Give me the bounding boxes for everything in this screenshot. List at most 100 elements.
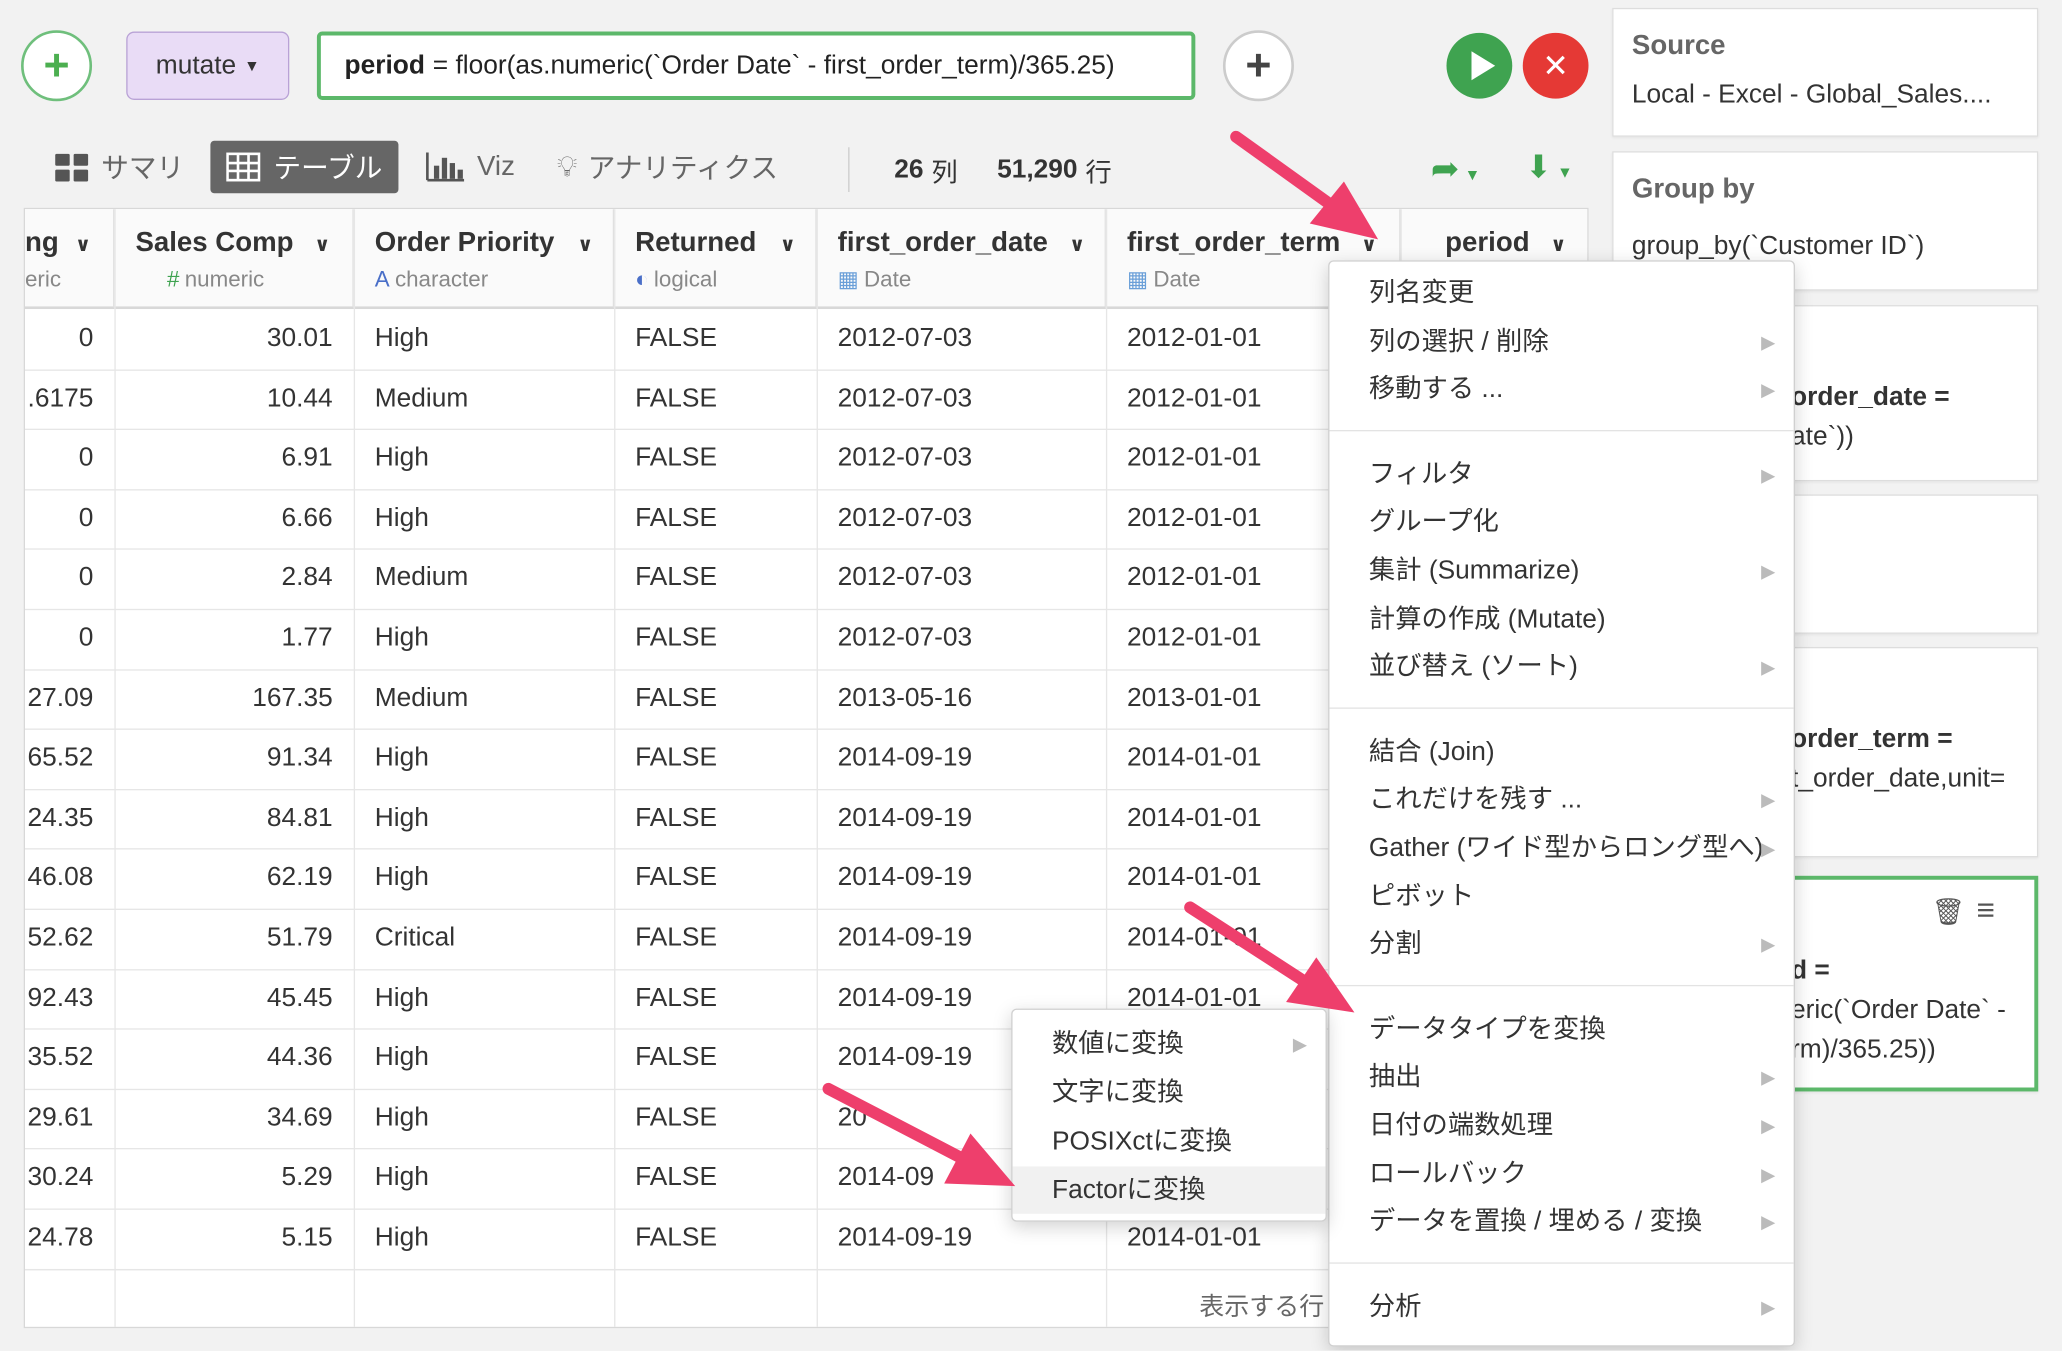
- table-cell: FALSE: [635, 383, 718, 413]
- type-label: character: [394, 266, 489, 292]
- step-source[interactable]: Source Local - Excel - Global_Sales....: [1612, 7, 2039, 137]
- step-text: eric(`Order Date` -: [1791, 995, 2006, 1025]
- menu-item[interactable]: 分割 ▶: [1329, 921, 1793, 968]
- step-text: Local - Excel - Global_Sales....: [1631, 80, 1992, 110]
- tab-table[interactable]: テーブル: [210, 140, 399, 194]
- tab-summary[interactable]: サマリ: [39, 141, 199, 194]
- chevron-right-icon: ▶: [1761, 656, 1776, 678]
- row-unit: 行: [1085, 158, 1112, 188]
- menu-item[interactable]: グループ化: [1329, 499, 1793, 546]
- tab-analytics[interactable]: 💡︎ アナリティクス: [541, 141, 794, 194]
- table-cell: High: [374, 1043, 429, 1072]
- cancel-button[interactable]: ✕: [1522, 32, 1589, 99]
- column-count: 26: [894, 154, 924, 184]
- trash-icon[interactable]: 🗑︎: [1932, 896, 1965, 929]
- tab-viz[interactable]: Viz: [409, 141, 531, 194]
- menu-item[interactable]: 列名変更: [1329, 270, 1793, 317]
- type-icon: ▦: [1126, 266, 1149, 292]
- type-label: numeric: [184, 266, 265, 292]
- chevron-right-icon: ▶: [1761, 1163, 1776, 1185]
- chevron-right-icon: ▶: [1761, 463, 1776, 485]
- submenu-item[interactable]: 数値に変換 ▶: [1013, 1020, 1326, 1067]
- row-count: 51,290: [997, 154, 1078, 184]
- share-icon[interactable]: ➦ ▼: [1431, 149, 1481, 190]
- menu-item[interactable]: ピボット: [1329, 873, 1793, 920]
- table-cell: 0: [78, 443, 94, 473]
- row-col-counts: 26 列 51,290 行: [848, 147, 1112, 192]
- column-context-menu: 列名変更列の選択 / 削除 ▶ 移動する ... ▶ フィルタ ▶ グループ化 集計 (Sum…: [1328, 260, 1795, 1347]
- column-header-4[interactable]: first_order_date ▦ Date ∨: [816, 209, 1106, 310]
- column-header-0[interactable]: ng eric ∨: [24, 209, 115, 310]
- chevron-down-icon[interactable]: ∨: [577, 233, 593, 256]
- table-cell: 2014-09-19: [837, 743, 973, 773]
- menu-item[interactable]: ロールバック ▶: [1329, 1150, 1793, 1197]
- menu-item-label: 計算の作成 (Mutate): [1368, 604, 1606, 634]
- chevron-down-icon[interactable]: ∨: [1361, 233, 1377, 256]
- chevron-down-icon[interactable]: ∨: [1069, 233, 1085, 256]
- menu-item[interactable]: 並び替え (ソート) ▶: [1329, 643, 1793, 690]
- menu-item[interactable]: フィルタ ▶: [1329, 451, 1793, 498]
- menu-item[interactable]: データを置換 / 埋める / 変換 ▶: [1329, 1198, 1793, 1245]
- table-cell: 20: [837, 1103, 867, 1132]
- add-step-button[interactable]: +: [21, 30, 93, 102]
- play-icon: [1470, 51, 1495, 81]
- column-header-1[interactable]: Sales Comp # numeric ∨: [114, 209, 354, 310]
- table-cell: 2013-01-01: [1126, 683, 1262, 713]
- table-cell: High: [374, 743, 429, 773]
- chevron-down-icon[interactable]: ∨: [1550, 233, 1566, 256]
- menu-item[interactable]: 列の選択 / 削除 ▶: [1329, 318, 1793, 365]
- table-cell: 2014-09-19: [837, 923, 973, 953]
- table-cell: 2012-01-01: [1126, 323, 1262, 353]
- menu-item[interactable]: 分析 ▶: [1329, 1283, 1793, 1330]
- menu-item[interactable]: 移動する ... ▶: [1329, 366, 1793, 413]
- menu-item[interactable]: 抽出 ▶: [1329, 1054, 1793, 1101]
- menu-item-label: ロールバック: [1368, 1159, 1527, 1189]
- menu-item[interactable]: データタイプを変換: [1329, 1006, 1793, 1053]
- type-icon: ◐: [635, 266, 649, 292]
- table-cell: 29.61: [27, 1103, 94, 1132]
- table-cell: 2014-01-01: [1126, 863, 1262, 893]
- table-cell: 2014-09: [837, 1162, 935, 1192]
- run-button[interactable]: [1446, 32, 1513, 99]
- menu-item[interactable]: 計算の作成 (Mutate): [1329, 595, 1793, 642]
- menu-item[interactable]: 結合 (Join): [1329, 728, 1793, 775]
- menu-item[interactable]: Gather (ワイド型からロング型へ) ▶: [1329, 825, 1793, 872]
- menu-item[interactable]: これだけを残す ... ▶: [1329, 776, 1793, 823]
- type-icon: #: [167, 266, 180, 292]
- column-type: ▦ Date: [1127, 267, 1201, 293]
- chevron-right-icon: ▶: [1761, 933, 1776, 955]
- chevron-down-icon[interactable]: ∨: [780, 233, 796, 256]
- menu-item[interactable]: 日付の端数処理 ▶: [1329, 1102, 1793, 1149]
- chevron-right-icon: ▶: [1761, 1296, 1776, 1318]
- rows-display-label: 表示する行: [1199, 1293, 1325, 1322]
- menu-item-label: 分割: [1368, 929, 1422, 959]
- column-header-2[interactable]: Order Priority Acharacter ∨: [353, 209, 615, 310]
- chevron-down-icon[interactable]: ∨: [314, 233, 330, 256]
- chevron-down-icon[interactable]: ∨: [75, 233, 91, 256]
- table-cell: 2014-09-19: [837, 983, 973, 1013]
- table-cell: 30.01: [266, 323, 333, 353]
- function-dropdown[interactable]: mutate ▼: [126, 31, 290, 100]
- table-cell: 2014-09-19: [837, 863, 973, 893]
- download-icon[interactable]: ⬇ ▼: [1525, 149, 1572, 187]
- step-text: rm)/365.25)): [1791, 1034, 1936, 1064]
- submenu-item[interactable]: POSIXctに変換: [1013, 1118, 1326, 1165]
- table-cell: 2012-01-01: [1126, 623, 1262, 653]
- table-cell: 2012-07-03: [837, 623, 973, 653]
- table-cell: 6.91: [281, 443, 333, 473]
- column-type: ▦ Date: [838, 267, 912, 293]
- step-text: order_date =: [1791, 382, 1950, 412]
- menu-item[interactable]: 集計 (Summarize) ▶: [1329, 547, 1793, 594]
- submenu-item[interactable]: 文字に変換: [1013, 1069, 1326, 1116]
- function-label: mutate: [155, 50, 237, 80]
- menu-item-label: 列名変更: [1368, 278, 1475, 308]
- expression-input[interactable]: period = floor(as.numeric(`Order Date` -…: [316, 31, 1196, 100]
- table-cell: 65.52: [27, 743, 94, 773]
- column-header-3[interactable]: Returned ◐ logical ∨: [614, 209, 817, 310]
- add-argument-button[interactable]: +: [1222, 30, 1294, 102]
- table-cell: 5.29: [281, 1162, 333, 1192]
- submenu-item-label: POSIXctに変換: [1052, 1126, 1232, 1156]
- menu-icon[interactable]: ≡: [1976, 893, 1994, 930]
- table-cell: 27.09: [27, 683, 94, 713]
- submenu-item[interactable]: Factorに変換: [1012, 1166, 1326, 1214]
